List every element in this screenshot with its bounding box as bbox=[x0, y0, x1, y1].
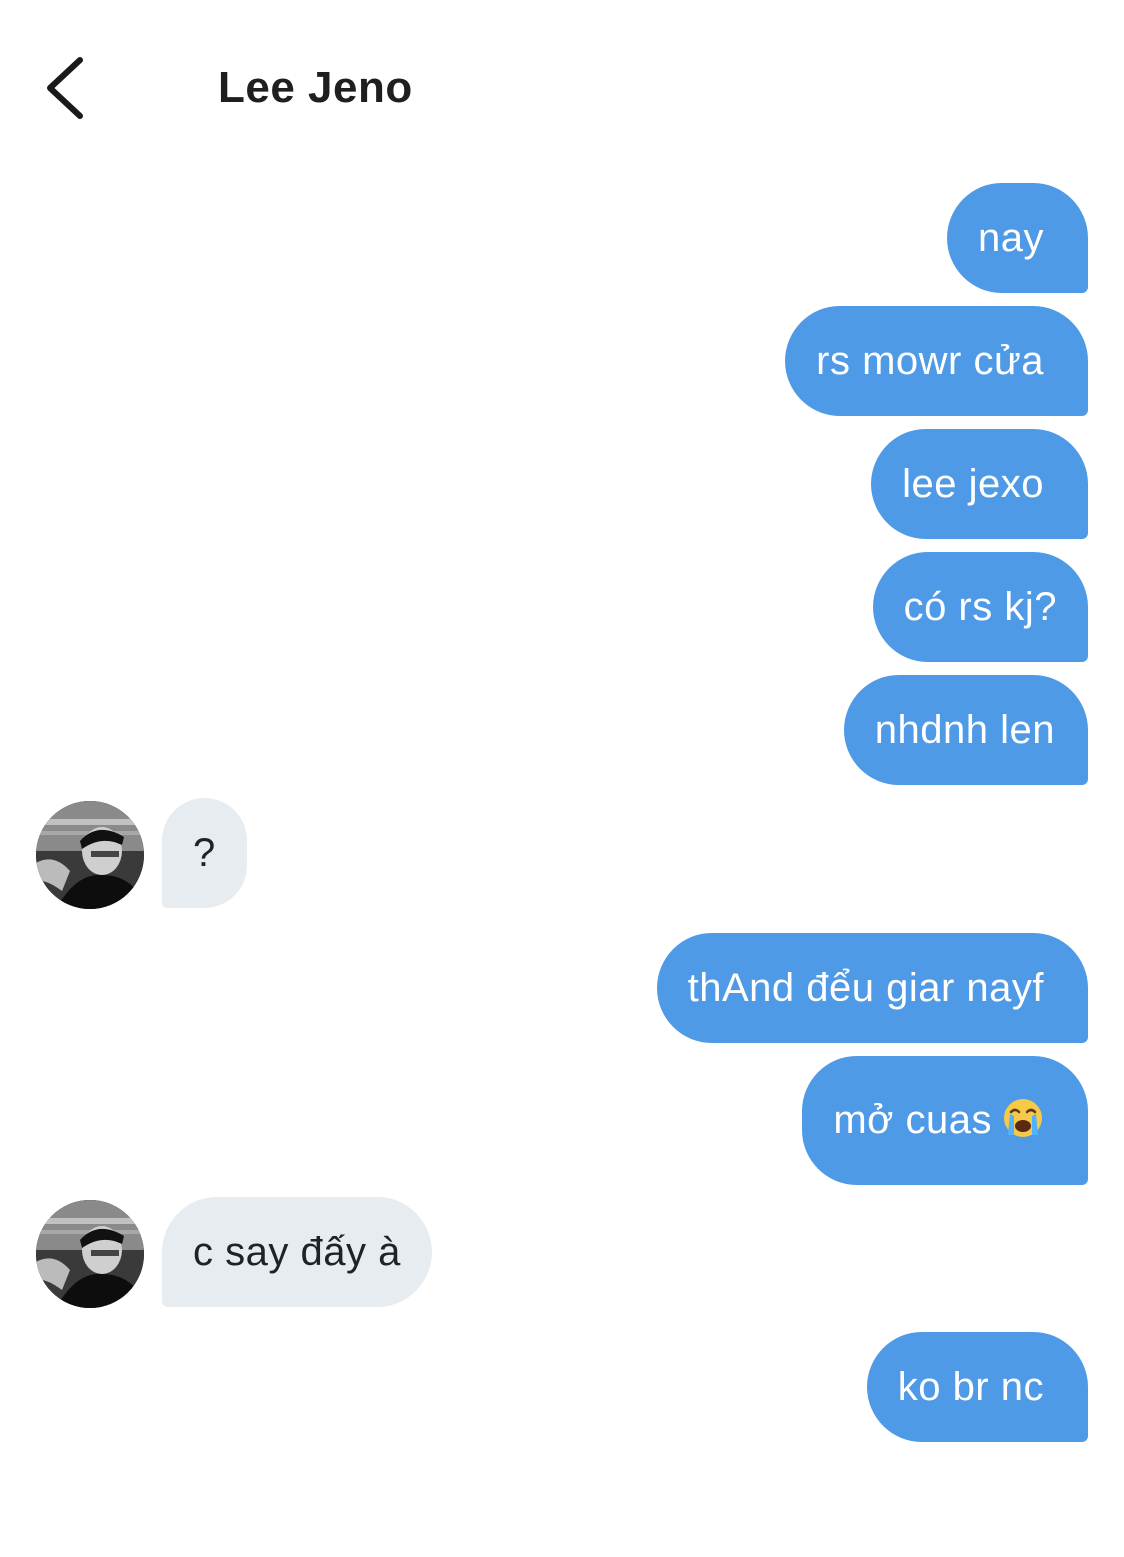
back-button[interactable] bbox=[36, 52, 100, 124]
outgoing-message[interactable]: lee jexo bbox=[871, 429, 1088, 539]
message-text: mở cuas bbox=[833, 1098, 992, 1142]
incoming-message[interactable]: c say đấy à bbox=[162, 1197, 432, 1307]
contact-name[interactable]: Lee Jeno bbox=[218, 60, 413, 116]
outgoing-message[interactable]: nhdnh len bbox=[843, 675, 1088, 785]
outgoing-message[interactable]: mở cuas bbox=[802, 1056, 1088, 1185]
incoming-message[interactable]: ? bbox=[162, 798, 247, 908]
outgoing-message[interactable]: có rs kj? bbox=[872, 552, 1088, 662]
outgoing-message[interactable]: ko br nc bbox=[866, 1332, 1088, 1442]
loudly-crying-face-icon bbox=[1002, 1062, 1044, 1137]
chat-header: Lee Jeno bbox=[0, 0, 1124, 160]
outgoing-message[interactable]: nay bbox=[947, 183, 1088, 293]
chevron-left-icon bbox=[47, 57, 83, 119]
outgoing-message[interactable]: rs mowr cửa bbox=[785, 306, 1088, 416]
contact-avatar[interactable] bbox=[36, 801, 144, 909]
outgoing-message[interactable]: thAnd đểu giar nayf bbox=[656, 933, 1088, 1043]
contact-avatar[interactable] bbox=[36, 1200, 144, 1308]
